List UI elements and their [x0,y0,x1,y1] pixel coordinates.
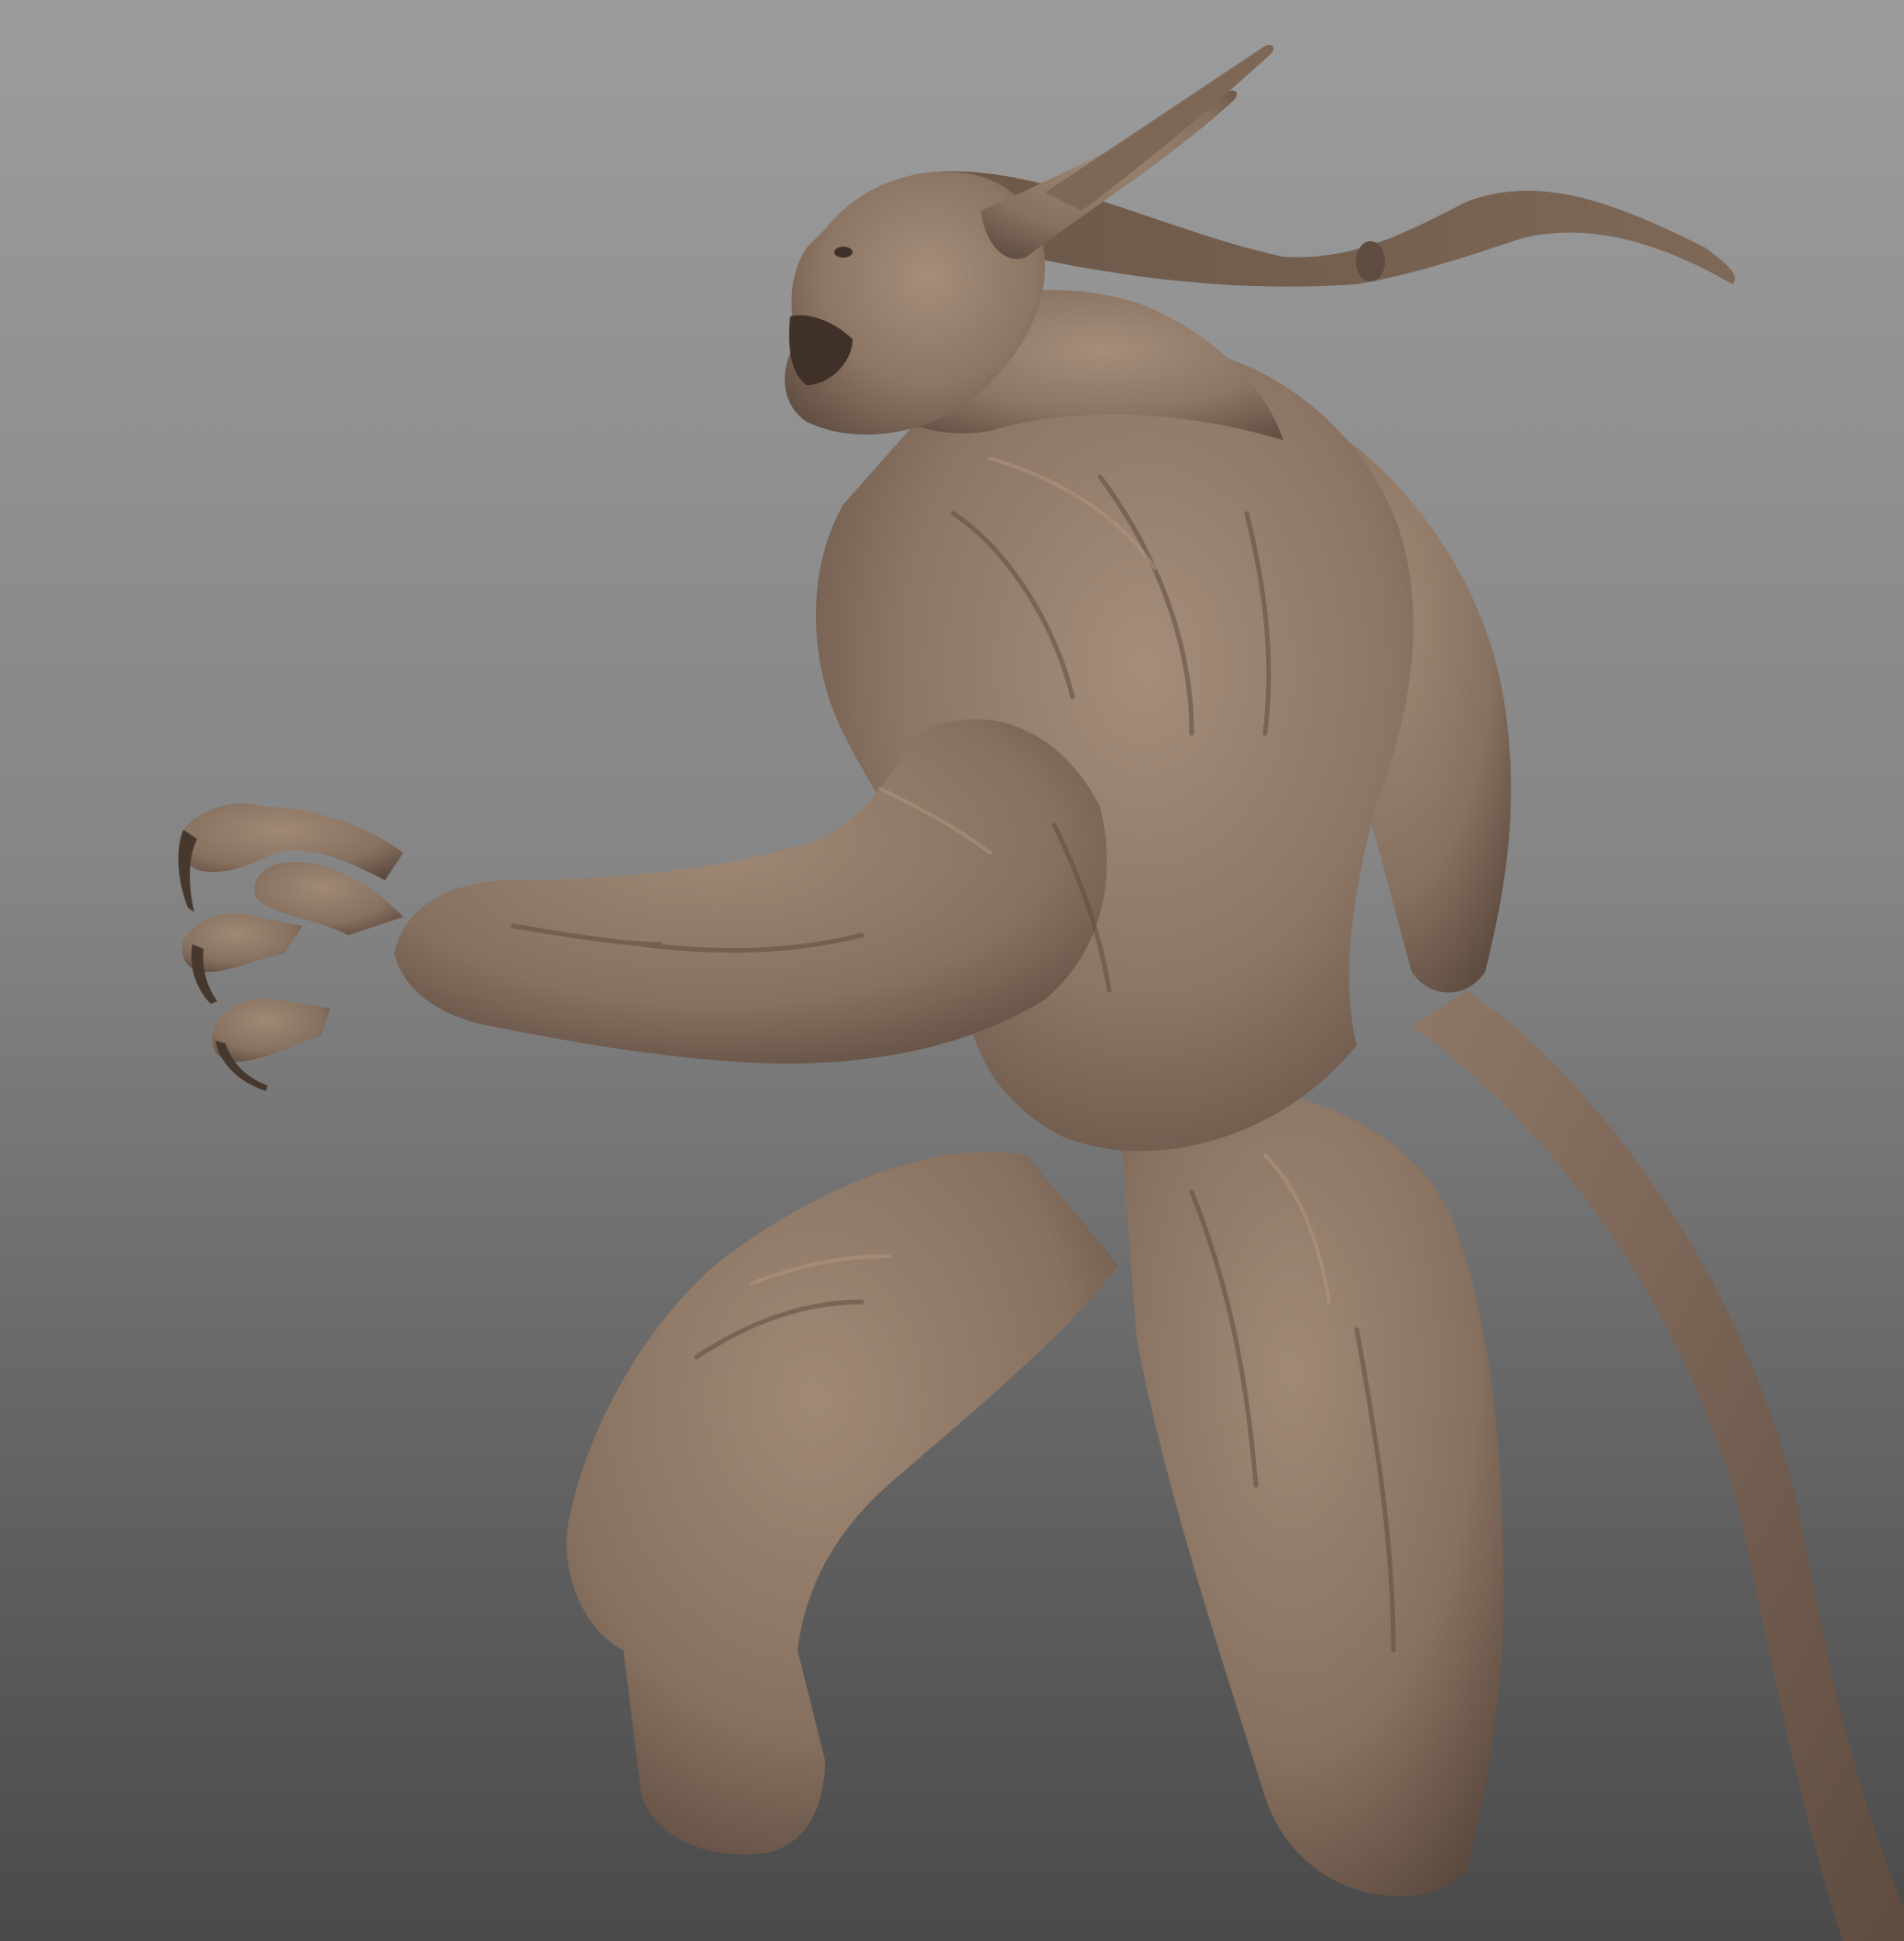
rear-leg [1118,1086,1503,1897]
eye [834,247,853,258]
front-arm [394,719,1107,1064]
sculpt-canvas [178,44,1904,1941]
clawed-hand [178,803,403,1091]
ear-back [1045,44,1274,211]
sculpt-viewport[interactable] [0,0,1904,1941]
front-leg [567,1152,1118,1855]
hair-tie [1356,241,1385,281]
